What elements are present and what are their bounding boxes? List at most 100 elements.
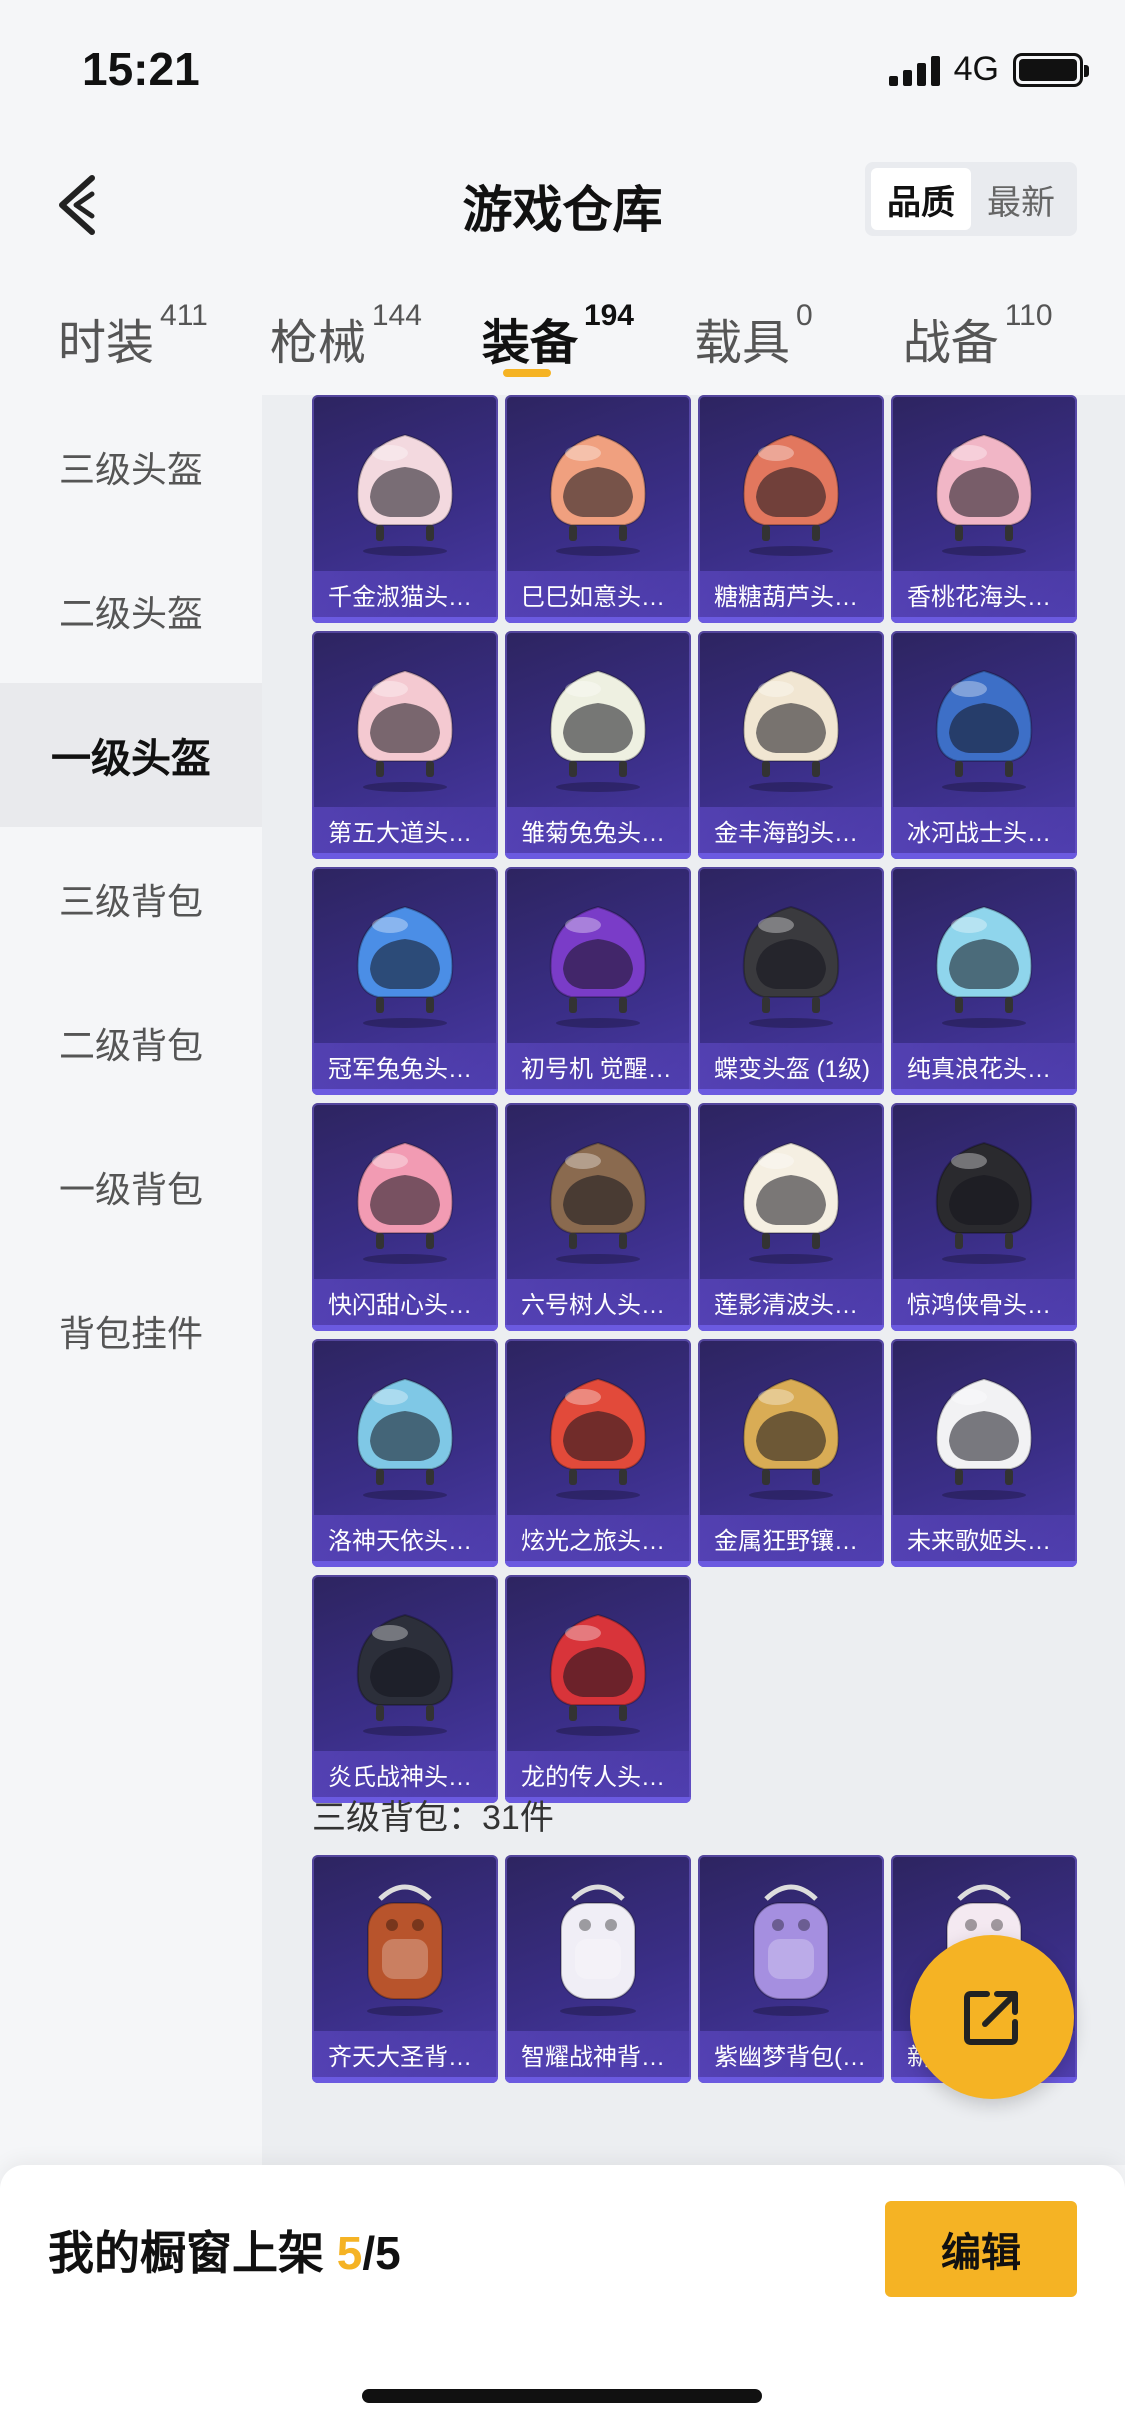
helmet-row: 第五大道头… 雏菊兔兔头… 金丰海韵头… 冰河战士头… [312,631,1092,859]
network-type: 4G [953,50,999,88]
sidebar-item-backpack-charm[interactable]: 背包挂件 [0,1259,262,1403]
backpack-image [533,1869,663,2019]
rarity-bar [505,2077,691,2083]
sort-newest-button[interactable]: 最新 [971,168,1071,230]
rarity-bar [312,2077,498,2083]
edit-button[interactable]: 编辑 [885,2201,1077,2297]
helmet-name: 初号机 觉醒… [505,1043,691,1089]
helmet-card[interactable]: 初号机 觉醒… [505,867,691,1095]
rarity-bar [505,1561,691,1567]
helmet-card[interactable]: 惊鸿侠骨头… [891,1103,1077,1331]
helmet-card[interactable]: 冠军兔兔头… [312,867,498,1095]
helmet-name: 金丰海韵头… [698,807,884,853]
backpack-card[interactable]: 智耀战神背… [505,1855,691,2083]
helmet-image [533,409,663,559]
helmet-name: 香桃花海头… [891,571,1077,617]
helmet-row: 快闪甜心头… 六号树人头… 莲影清波头… 惊鸿侠骨头… [312,1103,1092,1331]
tab-count: 144 [371,299,422,332]
showcase-label: 我的橱窗上架 [48,2227,337,2279]
tab-guns[interactable]: 枪械 144 [270,285,422,395]
rarity-bar [505,1089,691,1095]
helmet-image [340,645,470,795]
helmet-row: 冠军兔兔头… 初号机 觉醒… 蝶变头盔 (1级) 纯真浪花头… [312,867,1092,1095]
helmet-card[interactable]: 糖糖葫芦头… [698,395,884,623]
sidebar-item-level3-helmet[interactable]: 三级头盔 [0,395,262,539]
helmet-card[interactable]: 炎氏战神头… [312,1575,498,1803]
rarity-bar [505,1325,691,1331]
helmet-card[interactable]: 纯真浪花头… [891,867,1077,1095]
tab-supplies[interactable]: 战备 110 [903,285,1053,395]
rarity-bar [891,1325,1077,1331]
helmet-image [533,645,663,795]
helmet-card[interactable]: 未来歌姬头… [891,1339,1077,1567]
helmet-image [726,881,856,1031]
tab-fashion[interactable]: 时装 411 [58,285,208,395]
helmet-row: 炎氏战神头… 龙的传人头… [312,1575,1092,1803]
sort-toggle: 品质 最新 [865,162,1077,236]
helmet-image [726,409,856,559]
backpack-image [726,1869,856,2019]
home-indicator [362,2389,762,2403]
helmet-name: 快闪甜心头… [312,1279,498,1325]
helmet-grid: 千金淑猫头… 巳巳如意头… 糖糖葫芦头… 香桃花海头… 第五大道头… 雏菊兔兔头… 金丰海韵… [312,395,1092,1811]
item-list[interactable]: 千金淑猫头… 巳巳如意头… 糖糖葫芦头… 香桃花海头… 第五大道头… 雏菊兔兔头… 金丰海韵… [262,395,1125,2165]
tab-active-indicator [502,369,551,377]
backpack-name: 智耀战神背… [505,2031,691,2077]
category-tabs: 时装 411 枪械 144 装备 194 载具 0 战备 110 [0,285,1125,395]
helmet-card[interactable]: 雏菊兔兔头… [505,631,691,859]
sort-quality-button[interactable]: 品质 [871,168,971,230]
tab-label: 时装 [58,317,155,370]
rarity-bar [312,853,498,859]
helmet-row: 千金淑猫头… 巳巳如意头… 糖糖葫芦头… 香桃花海头… [312,395,1092,623]
rarity-bar [505,853,691,859]
backpack-card[interactable]: 紫幽梦背包(… [698,1855,884,2083]
helmet-card[interactable]: 金属狂野镶… [698,1339,884,1567]
tab-equipment[interactable]: 装备 194 [482,285,634,395]
battery-icon [1013,52,1089,87]
helmet-card[interactable]: 炫光之旅头… [505,1339,691,1567]
sidebar-item-level1-helmet[interactable]: 一级头盔 [0,683,262,827]
helmet-card[interactable]: 蝶变头盔 (1级) [698,867,884,1095]
helmet-name: 未来歌姬头… [891,1515,1077,1561]
backpack-name: 齐天大圣背… [312,2031,498,2077]
helmet-name: 纯真浪花头… [891,1043,1077,1089]
sidebar-item-level2-backpack[interactable]: 二级背包 [0,971,262,1115]
helmet-card[interactable]: 巳巳如意头… [505,395,691,623]
status-indicators: 4G [888,50,1089,89]
helmet-image [919,1353,1049,1503]
helmet-card[interactable]: 金丰海韵头… [698,631,884,859]
rarity-bar [505,617,691,623]
helmet-card[interactable]: 快闪甜心头… [312,1103,498,1331]
helmet-name: 冰河战士头… [891,807,1077,853]
sidebar-item-level3-backpack[interactable]: 三级背包 [0,827,262,971]
sidebar-item-level2-helmet[interactable]: 二级头盔 [0,539,262,683]
helmet-card[interactable]: 六号树人头… [505,1103,691,1331]
helmet-card[interactable]: 冰河战士头… [891,631,1077,859]
sidebar-item-level1-backpack[interactable]: 一级背包 [0,1115,262,1259]
rarity-bar [312,1089,498,1095]
rarity-bar [312,1561,498,1567]
rarity-bar [698,853,884,859]
helmet-card[interactable]: 洛神天依头… [312,1339,498,1567]
helmet-image [340,1353,470,1503]
helmet-name: 雏菊兔兔头… [505,807,691,853]
rarity-bar [312,1325,498,1331]
helmet-image [919,645,1049,795]
share-icon [964,1991,1018,2045]
rarity-bar [698,2077,884,2083]
tab-count: 411 [160,299,208,332]
helmet-card[interactable]: 莲影清波头… [698,1103,884,1331]
share-button[interactable] [910,1935,1074,2099]
helmet-image [726,645,856,795]
rarity-bar [891,1089,1077,1095]
helmet-card[interactable]: 千金淑猫头… [312,395,498,623]
showcase-total: /5 [362,2227,401,2279]
helmet-card[interactable]: 香桃花海头… [891,395,1077,623]
showcase-status: 我的橱窗上架 5/5 [48,2217,401,2283]
helmet-name: 巳巳如意头… [505,571,691,617]
sidebar: 三级头盔 二级头盔 一级头盔 三级背包 二级背包 一级背包 背包挂件 [0,395,262,2165]
helmet-card[interactable]: 第五大道头… [312,631,498,859]
backpack-card[interactable]: 齐天大圣背… [312,1855,498,2083]
tab-vehicles[interactable]: 载具 0 [694,285,813,395]
helmet-card[interactable]: 龙的传人头… [505,1575,691,1803]
